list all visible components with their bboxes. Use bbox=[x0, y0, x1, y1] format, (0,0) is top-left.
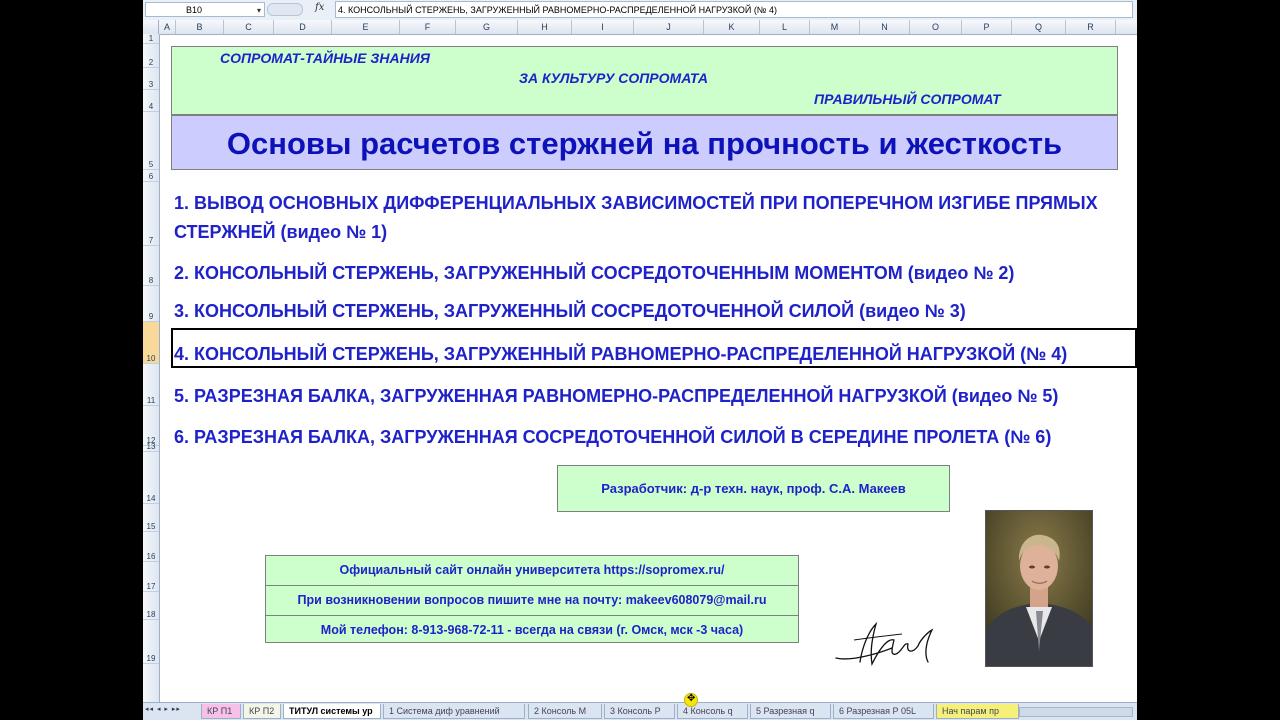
row-header-19[interactable]: 19 bbox=[143, 620, 159, 664]
column-header-g[interactable]: G bbox=[456, 20, 518, 34]
row-header-4[interactable]: 4 bbox=[143, 90, 159, 112]
header-banner: СОПРОМАТ-ТАЙНЫЕ ЗНАНИЯ ЗА КУЛЬТУРУ СОПРО… bbox=[171, 46, 1118, 115]
column-header-d[interactable]: D bbox=[274, 20, 332, 34]
row-header-7[interactable]: 7 bbox=[143, 182, 159, 246]
worksheet[interactable]: СОПРОМАТ-ТАЙНЫЕ ЗНАНИЯ ЗА КУЛЬТУРУ СОПРО… bbox=[160, 35, 1137, 702]
menu-item-2[interactable]: 2. КОНСОЛЬНЫЙ СТЕРЖЕНЬ, ЗАГРУЖЕННЫЙ СОСР… bbox=[174, 263, 1014, 284]
column-header-r[interactable]: R bbox=[1066, 20, 1116, 34]
sheet-tab-4[interactable]: 1 Система диф уравнений bbox=[383, 704, 525, 719]
menu-item-3[interactable]: 3. КОНСОЛЬНЫЙ СТЕРЖЕНЬ, ЗАГРУЖЕННЫЙ СОСР… bbox=[174, 301, 966, 322]
menu-item-5[interactable]: 5. РАЗРЕЗНАЯ БАЛКА, ЗАГРУЖЕННАЯ РАВНОМЕР… bbox=[174, 386, 1058, 407]
selected-cell-outline bbox=[171, 328, 1137, 368]
spreadsheet-window: B10 ▾ fx 4. КОНСОЛЬНЫЙ СТЕРЖЕНЬ, ЗАГРУЖЕ… bbox=[143, 0, 1137, 720]
banner-line-3: ПРАВИЛЬНЫЙ СОПРОМАТ bbox=[814, 91, 1001, 107]
row-header-3[interactable]: 3 bbox=[143, 68, 159, 90]
contact-phone: Мой телефон: 8-913-968-72-11 - всегда на… bbox=[320, 623, 744, 637]
column-header-o[interactable]: O bbox=[910, 20, 962, 34]
row-header-18[interactable]: 18 bbox=[143, 592, 159, 620]
formula-input[interactable]: 4. КОНСОЛЬНЫЙ СТЕРЖЕНЬ, ЗАГРУЖЕННЫЙ РАВН… bbox=[335, 1, 1133, 18]
sheet-tab-5[interactable]: 2 Консоль М bbox=[528, 704, 602, 719]
dropdown-arrow-icon[interactable]: ▾ bbox=[257, 3, 261, 18]
column-header-c[interactable]: C bbox=[224, 20, 274, 34]
cursor-cross: ✥ bbox=[687, 693, 696, 704]
column-header-k[interactable]: K bbox=[704, 20, 760, 34]
row-header-9[interactable]: 9 bbox=[143, 286, 159, 322]
horizontal-scrollbar[interactable] bbox=[1019, 707, 1133, 717]
sheet-tab-9[interactable]: 6 Разрезная Р 05L bbox=[833, 704, 934, 719]
row-header-2[interactable]: 2 bbox=[143, 44, 159, 68]
column-header-b[interactable]: B bbox=[176, 20, 224, 34]
row-header-14[interactable]: 14 bbox=[143, 452, 159, 504]
row-header-15[interactable]: 15 bbox=[143, 504, 159, 532]
name-box[interactable]: B10 ▾ bbox=[145, 2, 265, 17]
formula-bar: B10 ▾ fx 4. КОНСОЛЬНЫЙ СТЕРЖЕНЬ, ЗАГРУЖЕ… bbox=[143, 0, 1137, 21]
vertical-scrollbar[interactable] bbox=[1137, 0, 1143, 720]
menu-item-6[interactable]: 6. РАЗРЕЗНАЯ БАЛКА, ЗАГРУЖЕННАЯ СОСРЕДОТ… bbox=[174, 427, 1051, 448]
row-header: 1 2 3 4 5 6 7 8 9 10 11 12 13 14 15 16 17 18 19 bbox=[143, 34, 160, 702]
name-box-value: B10 bbox=[186, 5, 203, 15]
banner-line-2: ЗА КУЛЬТУРУ СОПРОМАТА bbox=[519, 70, 709, 86]
row-header-8[interactable]: 8 bbox=[143, 246, 159, 286]
developer-box: Разработчик: д-р техн. наук, проф. С.А. … bbox=[557, 465, 950, 512]
contacts-box: Официальный сайт онлайн университета htt… bbox=[265, 555, 799, 643]
column-header-h[interactable]: H bbox=[518, 20, 572, 34]
row-header-10[interactable]: 10 bbox=[143, 322, 159, 364]
portrait-photo-icon bbox=[985, 510, 1093, 667]
row-header-16[interactable]: 16 bbox=[143, 532, 159, 562]
sheet-tab-8[interactable]: 5 Разрезная q bbox=[750, 704, 831, 719]
column-header-q[interactable]: Q bbox=[1012, 20, 1066, 34]
column-header-i[interactable]: I bbox=[572, 20, 634, 34]
banner-line-1: СОПРОМАТ-ТАЙНЫЕ ЗНАНИЯ bbox=[220, 50, 431, 66]
sheet-tab-10[interactable]: Нач парам пр bbox=[936, 704, 1019, 719]
sheet-tab-1[interactable]: КР П1 bbox=[201, 704, 241, 719]
column-header-j[interactable]: J bbox=[634, 20, 704, 34]
row-header-12[interactable]: 12 bbox=[143, 406, 159, 446]
name-box-expander[interactable] bbox=[267, 3, 303, 16]
row-header-1[interactable]: 1 bbox=[143, 34, 159, 44]
row-header-17[interactable]: 17 bbox=[143, 562, 159, 592]
contact-website[interactable]: Официальный сайт онлайн университета htt… bbox=[266, 556, 798, 586]
fx-icon[interactable]: fx bbox=[315, 2, 324, 13]
select-all-corner[interactable] bbox=[143, 20, 159, 34]
contact-email[interactable]: При возникновении вопросов пишите мне на… bbox=[266, 586, 798, 616]
page-title: Основы расчетов стержней на прочность и … bbox=[226, 126, 1063, 161]
column-header-n[interactable]: N bbox=[860, 20, 910, 34]
tab-nav-arrows[interactable]: ◂◂ ◂ ▸ ▸▸ bbox=[145, 705, 181, 713]
column-header-e[interactable]: E bbox=[332, 20, 400, 34]
menu-item-1[interactable]: 1. ВЫВОД ОСНОВНЫХ ДИФФЕРЕНЦИАЛЬНЫХ ЗАВИС… bbox=[174, 189, 1104, 247]
column-header-p[interactable]: P bbox=[962, 20, 1012, 34]
column-header: ABCDEFGHIJKLMNOPQR bbox=[143, 20, 1137, 35]
column-header-m[interactable]: M bbox=[810, 20, 860, 34]
row-header-11[interactable]: 11 bbox=[143, 364, 159, 406]
column-header-l[interactable]: L bbox=[760, 20, 810, 34]
title-box: Основы расчетов стержней на прочность и … bbox=[171, 115, 1118, 170]
sheet-tab-6[interactable]: 3 Консоль Р bbox=[604, 704, 675, 719]
signature-icon bbox=[835, 621, 934, 667]
row-header-6[interactable]: 6 bbox=[143, 170, 159, 182]
row-header-5[interactable]: 5 bbox=[143, 112, 159, 170]
sheet-tab-2[interactable]: КР П2 bbox=[243, 704, 281, 719]
sheet-tab-3[interactable]: ТИТУЛ системы ур bbox=[283, 704, 381, 719]
sheet-tab-bar: ◂◂ ◂ ▸ ▸▸ КР П1 КР П2 ТИТУЛ системы ур 1 Си… bbox=[143, 702, 1137, 720]
column-header-a[interactable]: A bbox=[159, 20, 176, 34]
column-header-f[interactable]: F bbox=[400, 20, 456, 34]
